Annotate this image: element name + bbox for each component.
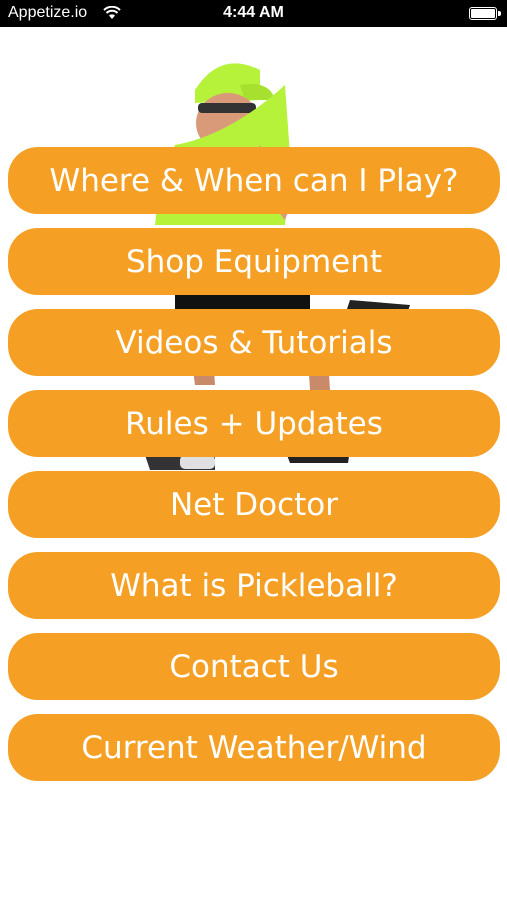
videos-tutorials-button[interactable]: Videos & Tutorials [8, 309, 500, 376]
main-menu: Where & When can I Play? Shop Equipment … [8, 147, 500, 795]
contact-us-button[interactable]: Contact Us [8, 633, 500, 700]
rules-updates-button[interactable]: Rules + Updates [8, 390, 500, 457]
shop-equipment-button[interactable]: Shop Equipment [8, 228, 500, 295]
battery-icon [469, 7, 501, 20]
where-when-play-button[interactable]: Where & When can I Play? [8, 147, 500, 214]
current-weather-wind-button[interactable]: Current Weather/Wind [8, 714, 500, 781]
status-bar: Appetize.io 4:44 AM [0, 0, 507, 27]
status-time: 4:44 AM [223, 4, 284, 21]
net-doctor-button[interactable]: Net Doctor [8, 471, 500, 538]
what-is-pickleball-button[interactable]: What is Pickleball? [8, 552, 500, 619]
